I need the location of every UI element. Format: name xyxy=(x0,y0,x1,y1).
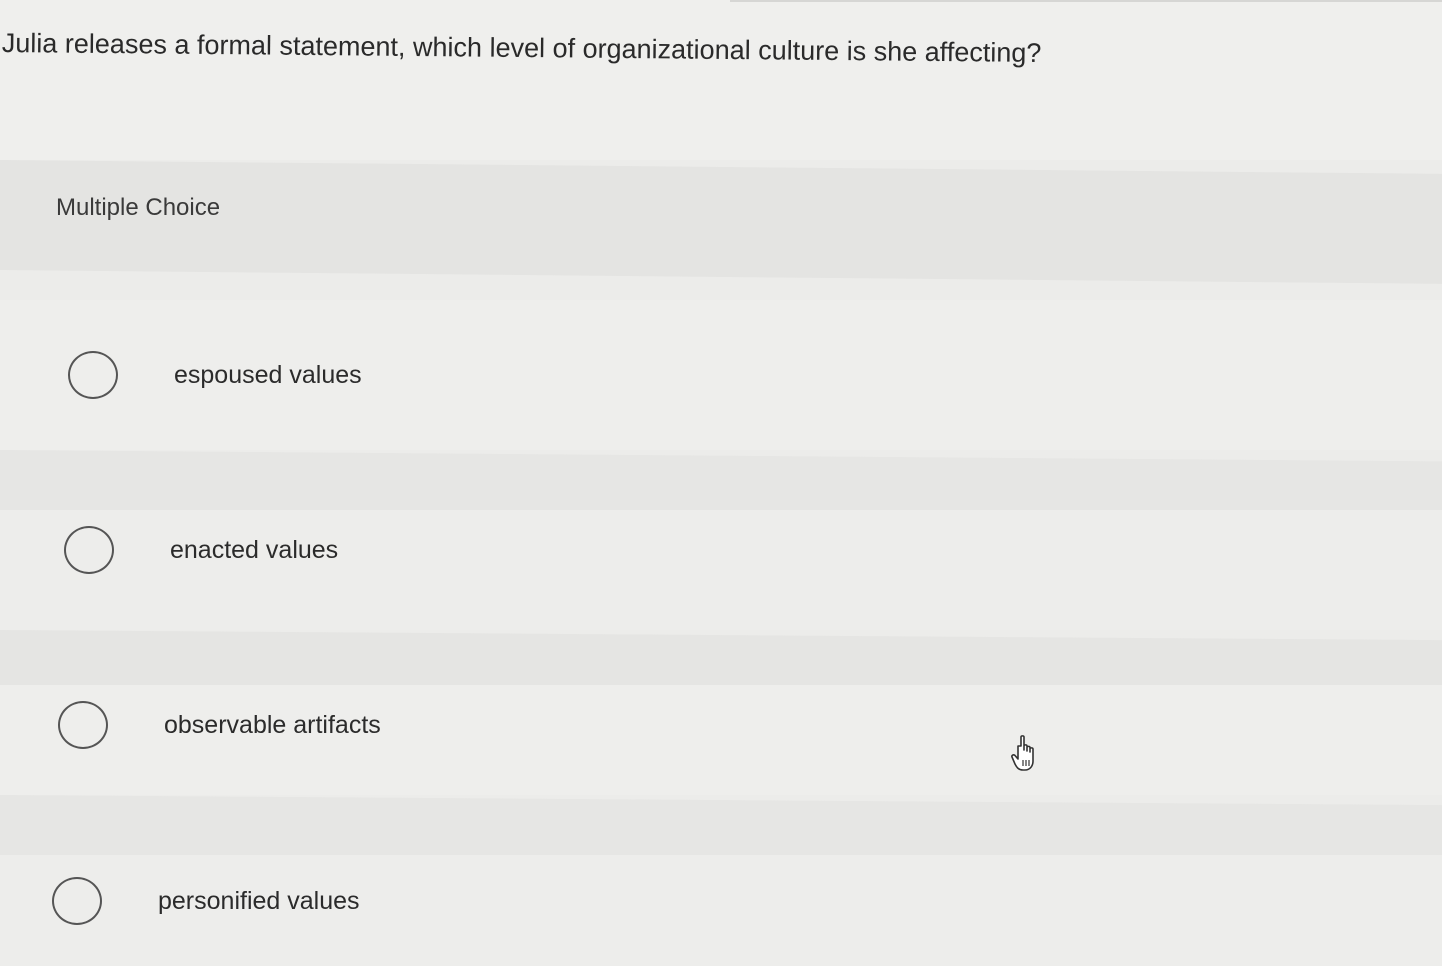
background-band xyxy=(0,0,1442,160)
radio-button[interactable] xyxy=(64,526,114,574)
answer-option-label: observable artifacts xyxy=(164,710,381,739)
answer-option-personified-values[interactable]: personified values xyxy=(52,877,360,925)
radio-button[interactable] xyxy=(58,701,108,749)
answer-option-enacted-values[interactable]: enacted values xyxy=(64,526,338,574)
radio-button[interactable] xyxy=(52,877,102,925)
hand-pointer-icon xyxy=(1011,735,1034,771)
answer-option-label: espoused values xyxy=(174,360,362,389)
answer-option-espoused-values[interactable]: espoused values xyxy=(68,351,362,399)
question-type-label: Multiple Choice xyxy=(56,194,221,221)
answer-option-label: personified values xyxy=(158,886,360,915)
radio-button[interactable] xyxy=(68,351,118,399)
divider xyxy=(730,0,1442,2)
answer-option-observable-artifacts[interactable]: observable artifacts xyxy=(58,701,381,749)
answer-option-label: enacted values xyxy=(170,535,339,564)
